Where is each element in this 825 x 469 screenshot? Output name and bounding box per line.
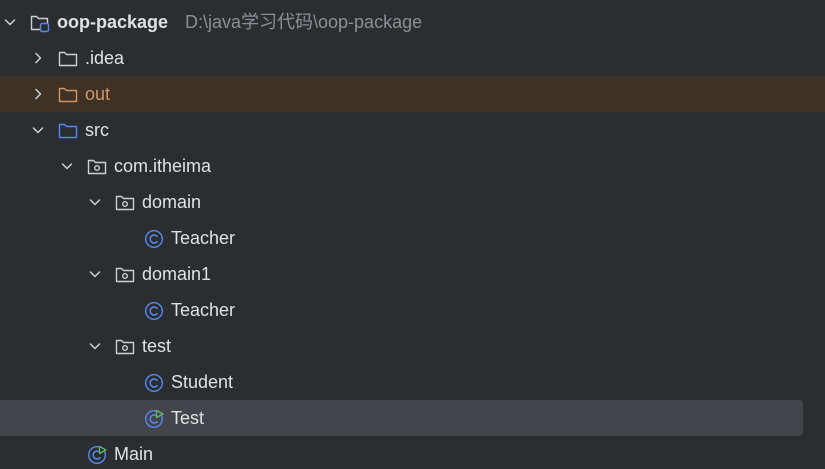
runnable-class-icon [144,409,164,429]
package-icon [115,195,135,211]
chevron-right-icon[interactable] [31,87,45,101]
tree-row-root[interactable]: oop-package D:\java学习代码\oop-package [0,4,825,40]
chevron-down-icon[interactable] [88,339,102,353]
tree-row-src[interactable]: src [0,112,825,148]
class-name: Student [171,372,234,392]
chevron-down-icon[interactable] [3,15,17,29]
chevron-down-icon[interactable] [31,123,45,137]
class-icon [144,373,164,393]
folder-name: src [85,120,109,140]
chevron-down-icon[interactable] [88,267,102,281]
package-name: com.itheima [114,156,212,176]
chevron-down-icon[interactable] [88,195,102,209]
tree-row-test-class[interactable]: Test [0,400,825,436]
excluded-folder-icon [58,87,78,103]
root-module-path: D:\java学习代码\oop-package [185,12,423,32]
tree-row-out[interactable]: out [0,76,825,112]
tree-row-test-package[interactable]: test [0,328,825,364]
package-name: test [142,336,172,356]
tree-row-domain[interactable]: domain [0,184,825,220]
source-root-folder-icon [58,123,78,139]
module-folder-icon [30,15,50,33]
root-module-name: oop-package [57,12,169,32]
project-tree: oop-package D:\java学习代码\oop-package .ide… [0,0,825,469]
class-icon [144,229,164,249]
folder-icon [58,51,78,67]
class-name: Teacher [171,228,236,248]
tree-row-teacher[interactable]: Teacher [0,292,825,328]
package-icon [115,339,135,355]
selection-highlight [0,400,803,436]
tree-row-idea[interactable]: .idea [0,40,825,76]
runnable-class-icon [87,445,107,465]
tree-row-teacher[interactable]: Teacher [0,220,825,256]
class-name: Test [171,408,205,428]
class-name: Main [114,444,154,464]
package-icon [87,159,107,175]
package-name: domain [142,192,202,212]
folder-name: out [85,84,111,104]
class-name: Teacher [171,300,236,320]
chevron-down-icon[interactable] [60,159,74,173]
tree-row-com-itheima[interactable]: com.itheima [0,148,825,184]
package-name: domain1 [142,264,212,284]
package-icon [115,267,135,283]
chevron-right-icon[interactable] [31,51,45,65]
tree-row-main[interactable]: Main [0,436,825,469]
class-icon [144,301,164,321]
tree-row-domain1[interactable]: domain1 [0,256,825,292]
folder-name: .idea [85,48,125,68]
tree-row-student[interactable]: Student [0,364,825,400]
